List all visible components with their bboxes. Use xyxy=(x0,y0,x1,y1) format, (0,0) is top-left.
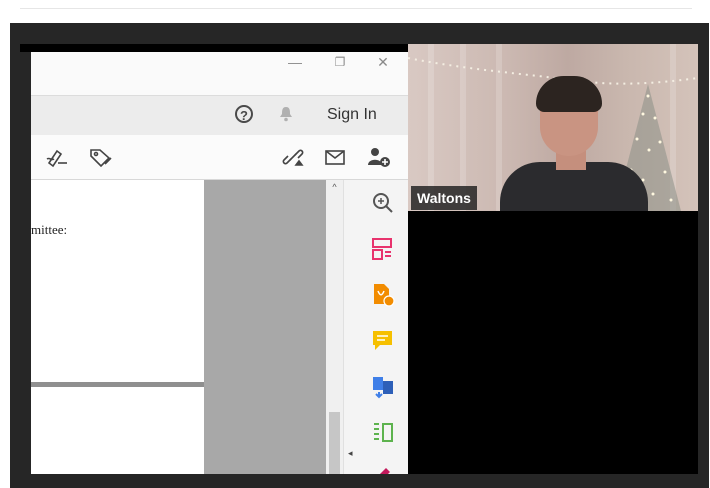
organize-pages-icon[interactable] xyxy=(370,236,396,262)
bell-icon[interactable] xyxy=(279,106,293,127)
document-area: mittee: ^ ◂ xyxy=(31,180,408,474)
zoom-icon[interactable] xyxy=(370,190,396,216)
compare-icon[interactable] xyxy=(370,420,396,446)
collapse-panel-arrow[interactable]: ◂ xyxy=(348,448,353,459)
page-separator xyxy=(31,382,204,387)
page-background xyxy=(204,180,326,474)
minimize-button[interactable]: — xyxy=(283,52,307,72)
vertical-scrollbar[interactable]: ^ xyxy=(326,180,343,474)
empty-video-panel xyxy=(408,211,698,474)
link-icon[interactable] xyxy=(281,145,305,169)
close-button[interactable]: ✕ xyxy=(371,52,395,72)
sign-pen-icon[interactable] xyxy=(45,145,69,169)
title-bar: — ❐ ✕ xyxy=(31,52,408,95)
page-text: mittee: xyxy=(31,222,68,237)
export-pdf-icon[interactable] xyxy=(370,282,396,308)
document-page-2 xyxy=(31,389,204,474)
shared-pdf-app: — ❐ ✕ ? Sign In mittee: ^ ◂ xyxy=(31,52,408,474)
shared-screen-top-bar xyxy=(20,44,410,52)
stamp-tag-icon[interactable] xyxy=(88,145,112,169)
document-page: mittee: xyxy=(31,180,204,381)
mail-icon[interactable] xyxy=(323,145,347,169)
sign-in-link[interactable]: Sign In xyxy=(327,104,377,126)
toolbar xyxy=(31,135,408,180)
menu-bar: ? Sign In xyxy=(31,95,408,135)
tools-panel: ◂ xyxy=(343,180,408,474)
add-user-icon[interactable] xyxy=(366,145,390,169)
comment-icon[interactable] xyxy=(370,328,396,354)
participant-name-tag: Waltons xyxy=(411,186,477,210)
scroll-thumb[interactable] xyxy=(329,412,340,474)
more-tools-icon[interactable] xyxy=(370,464,396,474)
scroll-up-arrow[interactable]: ^ xyxy=(326,182,343,192)
restore-button[interactable]: ❐ xyxy=(328,52,352,72)
top-divider xyxy=(20,8,692,9)
combine-files-icon[interactable] xyxy=(370,374,396,400)
help-button[interactable]: ? xyxy=(235,105,253,123)
